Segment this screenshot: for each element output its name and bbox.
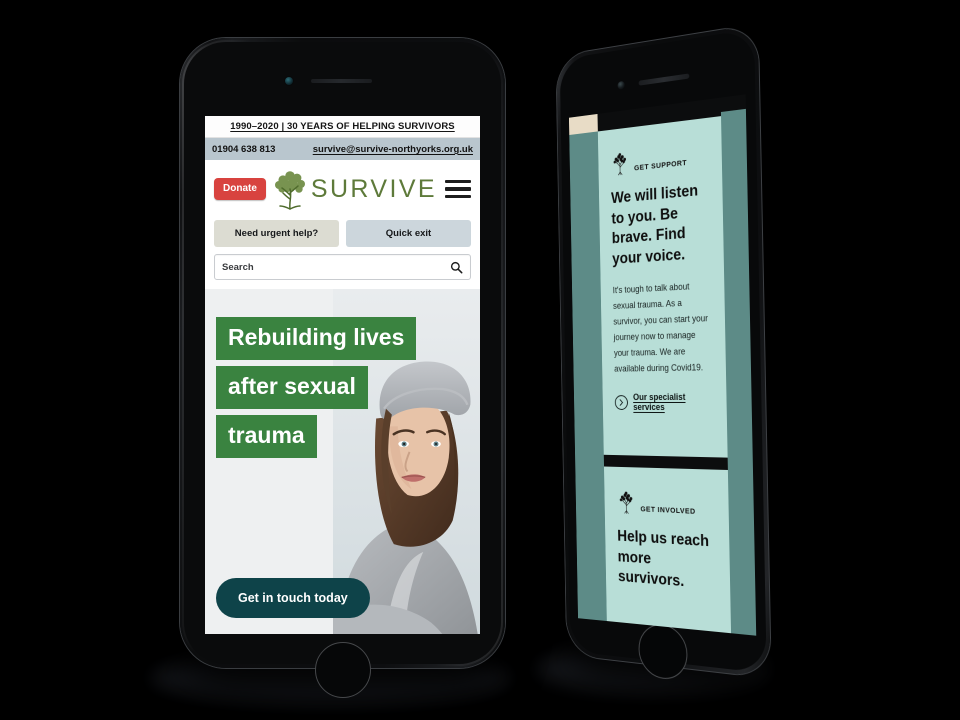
hero-line-2: after sexual	[216, 366, 368, 409]
announcement-text: 1990–2020 | 30 YEARS OF HELPING SURVIVOR…	[230, 121, 455, 132]
logo-wordmark: SURVIVE	[310, 174, 437, 203]
get-support-card[interactable]: GET SUPPORT We will listen to you. Be br…	[597, 116, 728, 458]
front-camera-icon	[285, 77, 293, 85]
hamburger-menu-icon[interactable]	[445, 179, 471, 199]
tree-logo-icon	[619, 491, 636, 514]
page-top-accent	[568, 113, 598, 135]
chevron-right-circle-icon	[614, 395, 629, 410]
phone-device-right: GET SUPPORT We will listen to you. Be br…	[533, 1, 798, 700]
email-link[interactable]: survive@survive-northyorks.org.uk	[313, 144, 473, 155]
home-button[interactable]	[315, 642, 371, 698]
search-row: Search	[205, 254, 480, 289]
search-placeholder: Search	[222, 261, 254, 273]
tree-logo-icon	[613, 152, 630, 177]
link-label: Our specialist services	[632, 392, 686, 413]
get-support-heading: We will listen to you. Be brave. Find yo…	[610, 182, 699, 268]
get-support-eyebrow: GET SUPPORT	[610, 140, 709, 177]
phone-screen-right: GET SUPPORT We will listen to you. Be br…	[568, 94, 757, 636]
get-involved-eyebrow: GET INVOLVED	[616, 488, 715, 518]
eyebrow-label: GET SUPPORT	[633, 157, 688, 173]
phone-device-left: 1990–2020 | 30 YEARS OF HELPING SURVIVOR…	[180, 38, 505, 698]
eyebrow-label: GET INVOLVED	[640, 504, 696, 516]
get-involved-heading: Help us reach more survivors.	[617, 527, 710, 591]
hero-line-3: trauma	[216, 415, 317, 458]
hero-headline: Rebuilding lives after sexual trauma	[205, 317, 480, 464]
phone-number-link[interactable]: 01904 638 813	[212, 144, 275, 155]
donate-button[interactable]: Donate	[214, 178, 266, 200]
announcement-bar: 1990–2020 | 30 YEARS OF HELPING SURVIVOR…	[205, 116, 480, 138]
site-logo[interactable]: SURVIVE	[268, 167, 439, 211]
utility-buttons-row: Need urgent help? Quick exit	[205, 218, 480, 254]
search-input[interactable]: Search	[214, 254, 471, 280]
specialist-services-link[interactable]: Our specialist services	[614, 392, 714, 413]
screenshot-stage: GET SUPPORT We will listen to you. Be br…	[0, 0, 960, 720]
get-support-body: It's tough to talk about sexual trauma. …	[612, 281, 709, 375]
brand-row: Donate SURVIVE	[205, 160, 480, 218]
quick-exit-button[interactable]: Quick exit	[346, 220, 471, 247]
phone-screen-left: 1990–2020 | 30 YEARS OF HELPING SURVIVOR…	[205, 116, 480, 634]
hero-section: Rebuilding lives after sexual trauma Get…	[205, 289, 480, 634]
get-in-touch-button[interactable]: Get in touch today	[216, 578, 370, 618]
tree-logo-icon	[274, 171, 305, 210]
need-urgent-help-button[interactable]: Need urgent help?	[214, 220, 339, 247]
search-icon[interactable]	[450, 261, 463, 274]
earpiece-speaker	[311, 79, 372, 83]
hero-line-1: Rebuilding lives	[216, 317, 417, 360]
contact-bar: 01904 638 813 survive@survive-northyorks…	[205, 138, 480, 160]
get-involved-card[interactable]: GET INVOLVED Help us reach more survivor…	[603, 466, 732, 634]
